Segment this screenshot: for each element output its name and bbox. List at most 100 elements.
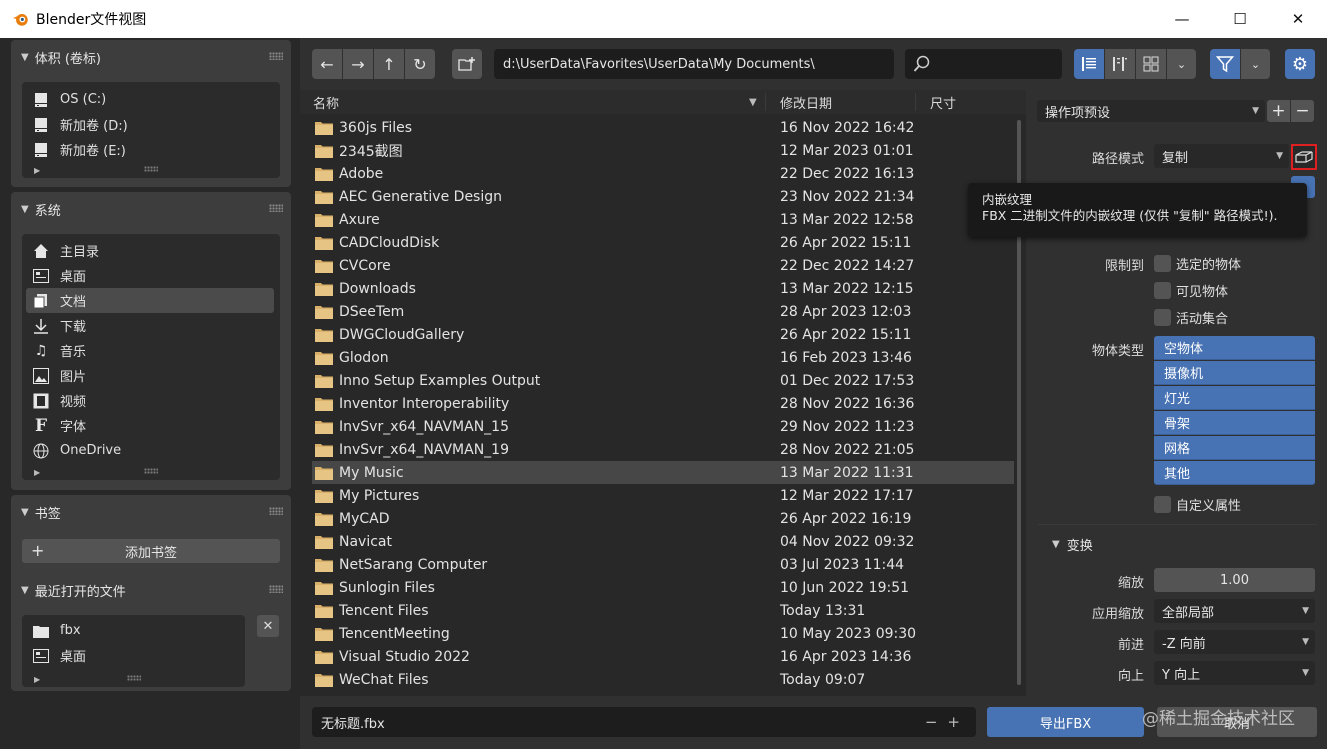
object-type-toggle[interactable]: 其他 xyxy=(1154,461,1315,485)
file-row[interactable]: TencentMeeting 10 May 2023 09:30 xyxy=(312,622,1014,645)
view-vertical-list-button[interactable] xyxy=(1074,49,1104,79)
close-button[interactable]: ✕ xyxy=(1269,0,1327,38)
file-row[interactable]: Adobe 22 Dec 2022 16:13 xyxy=(312,162,1014,185)
sidebar-item-documents[interactable]: 文档 xyxy=(26,288,274,313)
filter-options-dropdown[interactable]: ⌄ xyxy=(1241,49,1270,79)
file-row[interactable]: Axure 13 Mar 2022 12:58 xyxy=(312,208,1014,231)
custom-properties-checkbox[interactable]: 自定义属性 xyxy=(1154,495,1241,514)
drag-handle-icon[interactable] xyxy=(269,204,283,212)
parent-directory-button[interactable]: ↑ xyxy=(374,49,404,79)
forward-axis-dropdown[interactable]: -Z 向前 ▼ xyxy=(1154,630,1315,654)
sidebar-item-music[interactable]: ♫ 音乐 xyxy=(22,338,280,363)
file-row[interactable]: Navicat 04 Nov 2022 09:32 xyxy=(312,530,1014,553)
clear-recent-button[interactable]: ✕ xyxy=(257,615,279,637)
file-row[interactable]: My Pictures 12 Mar 2022 17:17 xyxy=(312,484,1014,507)
recent-header[interactable]: ▼ 最近打开的文件 xyxy=(11,573,291,607)
apply-scaling-dropdown[interactable]: 全部局部 ▼ xyxy=(1154,599,1315,623)
export-fbx-button[interactable]: 导出FBX xyxy=(987,707,1144,737)
recent-item-desktop[interactable]: 桌面 xyxy=(22,643,245,668)
file-row[interactable]: Tencent Files Today 13:31 xyxy=(312,599,1014,622)
sidebar-item-pictures[interactable]: 图片 xyxy=(22,363,280,388)
column-divider[interactable] xyxy=(765,93,766,111)
file-row[interactable]: MyCAD 26 Apr 2022 16:19 xyxy=(312,507,1014,530)
resize-handle-icon[interactable] xyxy=(126,675,141,681)
file-row[interactable]: CADCloudDisk 26 Apr 2022 15:11 xyxy=(312,231,1014,254)
path-mode-dropdown[interactable]: 复制 ▼ xyxy=(1154,144,1289,168)
operator-preset-dropdown[interactable]: 操作项预设 ▼ xyxy=(1037,100,1265,122)
up-axis-dropdown[interactable]: Y 向上 ▼ xyxy=(1154,661,1315,685)
sort-descending-icon[interactable]: ▼ xyxy=(749,97,757,108)
file-row[interactable]: Downloads 13 Mar 2022 12:15 xyxy=(312,277,1014,300)
sidebar-item-fonts[interactable]: F 字体 xyxy=(22,413,280,438)
active-collection-checkbox[interactable]: 活动集合 xyxy=(1154,308,1228,327)
add-preset-button[interactable]: + xyxy=(1267,100,1290,122)
expand-arrow-icon[interactable]: ▶ xyxy=(34,166,40,175)
back-button[interactable]: ← xyxy=(312,49,342,79)
file-row[interactable]: InvSvr_x64_NAVMAN_19 28 Nov 2022 21:05 xyxy=(312,438,1014,461)
file-row[interactable]: Visual Studio 2022 16 Apr 2023 14:36 xyxy=(312,645,1014,668)
filter-toggle-button[interactable] xyxy=(1210,49,1240,79)
file-row[interactable]: 360js Files 16 Nov 2022 16:42 xyxy=(312,116,1014,139)
drag-handle-icon[interactable] xyxy=(269,52,283,60)
file-row[interactable]: My Music 13 Mar 2022 11:31 xyxy=(312,461,1014,484)
resize-handle-icon[interactable] xyxy=(144,468,158,474)
view-thumbnails-button[interactable] xyxy=(1136,49,1166,79)
sidebar-item-drive-e[interactable]: 新加卷 (E:) xyxy=(22,137,280,162)
file-row[interactable]: InvSvr_x64_NAVMAN_15 29 Nov 2022 11:23 xyxy=(312,415,1014,438)
file-row[interactable]: 2345截图 12 Mar 2023 01:01 xyxy=(312,139,1014,162)
settings-toggle-button[interactable]: ⚙ xyxy=(1285,49,1315,79)
embed-textures-toggle[interactable] xyxy=(1291,144,1317,170)
drag-handle-icon[interactable] xyxy=(269,507,283,515)
column-divider[interactable] xyxy=(915,93,916,111)
sidebar-item-onedrive[interactable]: OneDrive xyxy=(22,438,280,463)
selected-objects-checkbox[interactable]: 选定的物体 xyxy=(1154,254,1241,273)
system-header[interactable]: ▼ 系统 xyxy=(11,192,291,226)
add-bookmark-button[interactable]: + 添加书签 xyxy=(22,539,280,563)
maximize-button[interactable]: ☐ xyxy=(1211,0,1269,38)
visible-objects-checkbox[interactable]: 可见物体 xyxy=(1154,281,1228,300)
remove-preset-button[interactable]: − xyxy=(1291,100,1314,122)
sidebar-item-desktop[interactable]: 桌面 xyxy=(22,263,280,288)
filename-input[interactable]: 无标题.fbx −+ xyxy=(312,707,976,737)
file-row[interactable]: WeChat Files Today 09:07 xyxy=(312,668,1014,691)
sidebar-item-home[interactable]: 主目录 xyxy=(22,238,280,263)
minimize-button[interactable]: — xyxy=(1153,0,1211,38)
view-horizontal-list-button[interactable] xyxy=(1105,49,1135,79)
new-folder-button[interactable] xyxy=(452,49,482,79)
view-options-dropdown[interactable]: ⌄ xyxy=(1167,49,1196,79)
resize-handle-icon[interactable] xyxy=(144,166,158,172)
scale-field[interactable]: 1.00 xyxy=(1154,568,1315,592)
column-date[interactable]: 修改日期 xyxy=(780,93,832,112)
search-input[interactable] xyxy=(905,49,1062,79)
object-type-toggle[interactable]: 空物体 xyxy=(1154,336,1315,360)
expand-arrow-icon[interactable]: ▶ xyxy=(34,468,40,477)
file-row[interactable]: AEC Generative Design 23 Nov 2022 21:34 xyxy=(312,185,1014,208)
forward-button[interactable]: → xyxy=(343,49,373,79)
file-row[interactable]: DWGCloudGallery 26 Apr 2022 15:11 xyxy=(312,323,1014,346)
recent-item-fbx[interactable]: fbx xyxy=(22,618,245,643)
drag-handle-icon[interactable] xyxy=(269,585,283,593)
bookmarks-header[interactable]: ▼ 书签 xyxy=(11,495,291,529)
object-type-toggle[interactable]: 摄像机 xyxy=(1154,361,1315,385)
object-type-toggle[interactable]: 骨架 xyxy=(1154,411,1315,435)
object-type-toggle[interactable]: 网格 xyxy=(1154,436,1315,460)
file-row[interactable]: NetSarang Computer 03 Jul 2023 11:44 xyxy=(312,553,1014,576)
sidebar-item-drive-c[interactable]: OS (C:) xyxy=(22,87,280,112)
path-input[interactable]: d:\UserData\Favorites\UserData\My Docume… xyxy=(494,49,894,79)
object-type-toggle[interactable]: 灯光 xyxy=(1154,386,1315,410)
column-name[interactable]: 名称 xyxy=(313,93,339,112)
file-row[interactable]: Inno Setup Examples Output 01 Dec 2022 17… xyxy=(312,369,1014,392)
column-size[interactable]: 尺寸 xyxy=(930,93,956,112)
transform-section-header[interactable]: ▼ 变换 xyxy=(1052,535,1093,554)
volumes-header[interactable]: ▼ 体积 (卷标) xyxy=(11,40,291,74)
file-row[interactable]: Sunlogin Files 10 Jun 2022 19:51 xyxy=(312,576,1014,599)
file-row[interactable]: Inventor Interoperability 28 Nov 2022 16:… xyxy=(312,392,1014,415)
file-row[interactable]: DSeeTem 28 Apr 2023 12:03 xyxy=(312,300,1014,323)
file-row[interactable]: Glodon 16 Feb 2023 13:46 xyxy=(312,346,1014,369)
expand-arrow-icon[interactable]: ▶ xyxy=(34,675,40,684)
sidebar-item-downloads[interactable]: 下载 xyxy=(22,313,280,338)
sidebar-item-drive-d[interactable]: 新加卷 (D:) xyxy=(22,112,280,137)
sidebar-item-videos[interactable]: 视频 xyxy=(22,388,280,413)
refresh-button[interactable]: ↻ xyxy=(405,49,435,79)
file-row[interactable]: CVCore 22 Dec 2022 14:27 xyxy=(312,254,1014,277)
